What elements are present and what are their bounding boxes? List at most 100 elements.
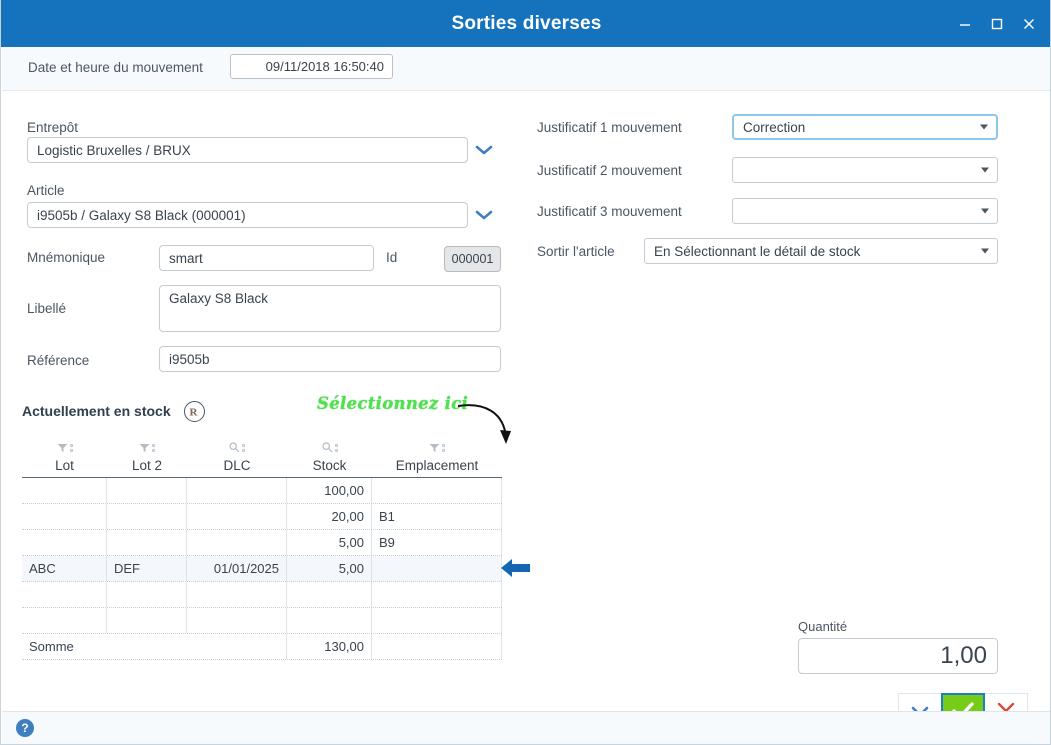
filter-icon[interactable] xyxy=(57,441,68,456)
reference-input[interactable]: i9505b xyxy=(159,346,501,372)
cell-lot xyxy=(22,504,107,529)
article-input[interactable]: i9505b / Galaxy S8 Black (000001) xyxy=(27,202,468,228)
cell-lot xyxy=(22,478,107,503)
article-label: Article xyxy=(27,183,65,198)
sorties-diverses-window: Sorties diverses Date et heure du mouvem… xyxy=(0,0,1051,745)
caret-down-icon xyxy=(981,208,989,214)
justificatif-2-label: Justificatif 2 mouvement xyxy=(537,163,682,178)
maximize-icon[interactable] xyxy=(982,9,1012,39)
warehouse-input[interactable]: Logistic Bruxelles / BRUX xyxy=(27,137,468,163)
sum-stock: 130,00 xyxy=(287,634,372,659)
column-header-lot2[interactable]: Lot 2 xyxy=(107,428,187,477)
reference-label: Référence xyxy=(27,353,90,368)
selected-row-pointer-icon xyxy=(501,559,530,577)
quantity-input[interactable]: 1,00 xyxy=(798,638,998,674)
cell-stock: 20,00 xyxy=(287,504,372,529)
cell-stock: 100,00 xyxy=(287,478,372,503)
sort-indicator-icon[interactable] xyxy=(69,444,73,452)
cell-lot xyxy=(22,608,107,633)
footer-bar: ? xyxy=(2,711,1050,744)
movement-datetime-field[interactable]: 09/11/2018 16:50:40 xyxy=(230,54,393,79)
warehouse-chevron-down-icon[interactable] xyxy=(473,139,495,161)
column-header-dlc[interactable]: DLC xyxy=(187,428,287,477)
cell-lot2 xyxy=(107,608,187,633)
cell-dlc xyxy=(187,478,287,503)
cell-lot xyxy=(22,582,107,607)
table-row[interactable] xyxy=(22,582,502,608)
justificatif-1-select[interactable]: Correction xyxy=(732,114,998,140)
stock-section-title: Actuellement en stock xyxy=(22,403,171,419)
minimize-icon[interactable] xyxy=(950,9,980,39)
table-row[interactable]: 100,00 xyxy=(22,478,502,504)
id-label: Id xyxy=(386,250,398,265)
mnemonic-label: Mnémonique xyxy=(27,250,106,265)
filter-icon[interactable] xyxy=(429,441,440,456)
column-header-emplacement[interactable]: Emplacement xyxy=(372,428,502,477)
libelle-textarea[interactable]: Galaxy S8 Black xyxy=(159,285,501,332)
sortir-article-select[interactable]: En Sélectionnant le détail de stock xyxy=(644,238,998,264)
cell-emplacement xyxy=(372,608,502,633)
cell-lot2 xyxy=(107,504,187,529)
mnemonic-input[interactable]: smart xyxy=(159,245,374,271)
caret-down-icon xyxy=(981,167,989,173)
cell-dlc xyxy=(187,504,287,529)
article-chevron-down-icon[interactable] xyxy=(473,204,495,226)
svg-text:R: R xyxy=(190,407,199,419)
stock-table-body: 100,00 20,00 B1 5,00 B9 ABC DEF 01/01/20… xyxy=(22,478,502,660)
cell-emplacement xyxy=(372,582,502,607)
caret-down-icon xyxy=(981,248,989,254)
column-label: DLC xyxy=(223,458,251,473)
caret-down-icon xyxy=(980,124,988,130)
sort-indicator-icon[interactable] xyxy=(442,444,445,452)
column-label: Stock xyxy=(312,458,347,473)
column-label: Lot 2 xyxy=(131,458,163,473)
help-icon[interactable]: ? xyxy=(16,719,34,737)
cell-emplacement xyxy=(372,478,502,503)
search-icon[interactable] xyxy=(229,441,240,456)
sortir-article-label: Sortir l'article xyxy=(537,244,615,259)
justificatif-1-label: Justificatif 1 mouvement xyxy=(537,120,682,135)
column-label: Emplacement xyxy=(395,458,479,473)
cell-emplacement: B1 xyxy=(372,504,502,529)
cell-lot2 xyxy=(107,478,187,503)
column-header-lot[interactable]: Lot xyxy=(22,428,107,477)
cell-stock: 5,00 xyxy=(287,530,372,555)
cell-lot: ABC xyxy=(22,556,107,581)
cell-lot2 xyxy=(107,582,187,607)
table-row[interactable]: 20,00 B1 xyxy=(22,504,502,530)
warehouse-label: Entrepôt xyxy=(27,120,79,135)
justificatif-3-select[interactable] xyxy=(732,198,998,224)
table-row[interactable] xyxy=(22,608,502,634)
table-row-sum: Somme 130,00 xyxy=(22,634,502,660)
justificatif-2-select[interactable] xyxy=(732,157,998,183)
filter-icon[interactable] xyxy=(139,441,150,456)
required-badge: R R xyxy=(184,401,205,422)
cell-emplacement: B9 xyxy=(372,530,502,555)
justificatif-1-value: Correction xyxy=(743,119,806,135)
close-icon[interactable] xyxy=(1014,9,1044,39)
annotation-select-here: Sélectionnez ici xyxy=(317,394,469,413)
search-icon[interactable] xyxy=(321,441,333,456)
cell-dlc: 01/01/2025 xyxy=(187,556,287,581)
quantity-label: Quantité xyxy=(798,619,848,634)
column-header-stock[interactable]: Stock xyxy=(287,428,372,477)
sortir-article-value: En Sélectionnant le détail de stock xyxy=(654,243,861,259)
sort-indicator-icon[interactable] xyxy=(152,444,155,452)
window-controls xyxy=(950,0,1044,47)
window-title: Sorties diverses xyxy=(451,12,602,34)
cell-lot xyxy=(22,530,107,555)
sort-indicator-icon[interactable] xyxy=(242,444,245,452)
date-strip: Date et heure du mouvement 09/11/2018 16… xyxy=(2,47,1050,91)
cell-stock xyxy=(287,582,372,607)
cell-stock xyxy=(287,608,372,633)
sum-label: Somme xyxy=(29,639,74,654)
table-row-selected[interactable]: ABC DEF 01/01/2025 5,00 xyxy=(22,556,502,582)
stock-table-header: Lot Lot 2 DLC Stock Emplacement xyxy=(22,428,502,478)
sort-indicator-icon[interactable] xyxy=(334,444,338,452)
cell-dlc xyxy=(187,608,287,633)
table-row[interactable]: 5,00 B9 xyxy=(22,530,502,556)
cell-lot2: DEF xyxy=(107,556,187,581)
title-bar: Sorties diverses xyxy=(1,0,1050,47)
movement-datetime-label: Date et heure du mouvement xyxy=(28,60,203,75)
column-label: Lot xyxy=(55,458,74,473)
